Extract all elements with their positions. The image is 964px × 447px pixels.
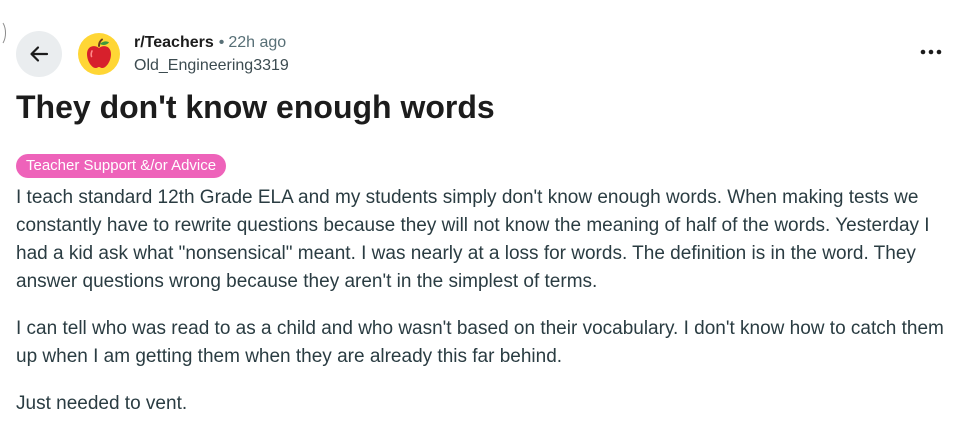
post-time: 22h ago	[228, 34, 287, 51]
subreddit-link[interactable]: r/Teachers	[134, 34, 214, 51]
post-title: They don't know enough words	[16, 89, 495, 125]
body-paragraph: Just needed to vent.	[16, 393, 188, 414]
post-body: I teach standard 12th Grade ELA and my s…	[16, 184, 951, 437]
apple-icon	[82, 37, 116, 71]
author-link[interactable]: Old_Engineering3319	[134, 56, 289, 76]
post-meta: r/Teachers • 22h ago	[134, 33, 286, 53]
post-flair[interactable]: Teacher Support &/or Advice	[16, 154, 227, 178]
partial-edge-icon	[0, 20, 6, 46]
body-paragraph: I can tell who was read to as a child an…	[16, 318, 944, 367]
more-horizontal-icon	[920, 49, 942, 55]
more-options-button[interactable]	[912, 36, 950, 68]
subreddit-avatar[interactable]	[78, 33, 120, 75]
meta-separator: •	[218, 34, 225, 51]
body-paragraph: I teach standard 12th Grade ELA and my s…	[16, 187, 930, 292]
arrow-left-icon	[28, 43, 50, 65]
back-button[interactable]	[16, 31, 62, 77]
